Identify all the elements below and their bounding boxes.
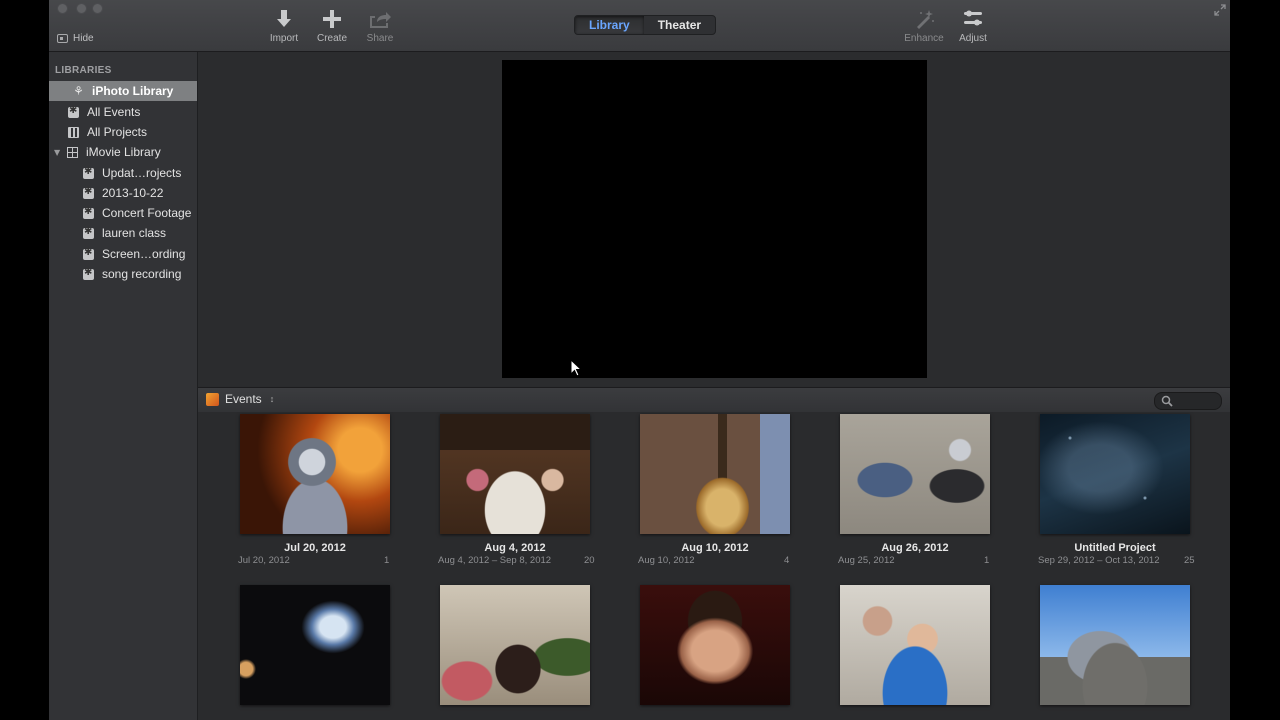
event-count: 1: [384, 555, 390, 566]
zoom-window-button[interactable]: [92, 3, 103, 14]
close-window-button[interactable]: [57, 3, 68, 14]
adjust-sliders-icon: [964, 10, 982, 26]
magic-wand-icon: [917, 10, 934, 29]
plus-icon: [323, 10, 341, 28]
create-label: Create: [316, 33, 347, 44]
event-thumbnail: [240, 585, 390, 705]
event-thumbnail: [840, 414, 990, 534]
event-title: Jul 20, 2012: [284, 542, 346, 554]
view-switcher: Library Theater: [574, 15, 717, 35]
import-label: Import: [269, 33, 299, 44]
sidebar-item-iphoto-library[interactable]: ⚘ iPhoto Library: [49, 81, 197, 101]
grid-icon: [67, 146, 78, 158]
sidebar-item-label: iPhoto Library: [92, 84, 174, 98]
star-icon: [68, 105, 79, 118]
event-dates: Jul 20, 2012: [238, 555, 290, 566]
events-bar: Events ↕: [198, 387, 1230, 413]
disclosure-triangle-icon[interactable]: ▼: [54, 148, 64, 157]
enhance-label: Enhance: [904, 33, 944, 44]
event-count: 4: [784, 555, 790, 566]
sidebar-toggle-icon: [57, 34, 68, 43]
sidebar-item-event[interactable]: Updat…rojects: [49, 163, 197, 183]
event-dates: Aug 10, 2012: [638, 555, 695, 566]
sidebar-item-event[interactable]: song recording: [49, 264, 197, 284]
palm-tree-icon: ⚘: [73, 83, 84, 98]
event-title: Aug 26, 2012: [881, 542, 949, 554]
minimize-window-button[interactable]: [76, 3, 87, 14]
events-label: Events: [225, 392, 262, 406]
share-icon: [370, 12, 391, 28]
events-dropdown[interactable]: Events ↕: [206, 392, 274, 406]
event-thumbnail: [440, 414, 590, 534]
star-icon: [83, 186, 94, 199]
preview-viewer: [198, 52, 1230, 386]
event-thumbnail: [640, 414, 790, 534]
share-button[interactable]: Share: [356, 9, 404, 44]
film-icon: [68, 126, 79, 138]
tab-theater[interactable]: Theater: [644, 16, 715, 34]
sidebar-item-label: Updat…rojects: [102, 166, 182, 180]
hide-label: Hide: [73, 33, 94, 44]
sidebar-item-label: Screen…ording: [102, 247, 186, 261]
star-icon: [83, 206, 94, 219]
event-title: Aug 4, 2012: [484, 542, 546, 554]
event-dates: Sep 29, 2012 – Oct 13, 2012: [1038, 555, 1160, 566]
libraries-heading: LIBRARIES: [55, 65, 112, 76]
star-icon: [83, 247, 94, 260]
tab-library[interactable]: Library: [575, 16, 644, 34]
share-label: Share: [366, 33, 394, 44]
sidebar-item-label: 2013-10-22: [102, 186, 164, 200]
event-count: 25: [1184, 555, 1195, 566]
event-title: Aug 10, 2012: [681, 542, 749, 554]
fullscreen-icon[interactable]: [1214, 4, 1226, 16]
sidebar-item-label: All Events: [87, 105, 141, 119]
preview-screen[interactable]: [502, 60, 927, 378]
event-thumbnail: [1040, 414, 1190, 534]
mouse-cursor-icon: [570, 359, 582, 377]
sort-arrows-icon: ↕: [269, 394, 275, 404]
sidebar-item-event[interactable]: lauren class: [49, 223, 197, 243]
event-dates: Aug 25, 2012: [838, 555, 895, 566]
enhance-button[interactable]: Enhance: [900, 9, 948, 44]
sidebar-item-label: Concert Footage: [102, 206, 192, 220]
event-count: 20: [584, 555, 595, 566]
event-title: Untitled Project: [1074, 542, 1156, 554]
search-icon: [1161, 395, 1173, 407]
sidebar-item-label: All Projects: [87, 125, 148, 139]
event-dates: Aug 4, 2012 – Sep 8, 2012: [438, 555, 552, 566]
star-icon: [83, 267, 94, 280]
adjust-button[interactable]: Adjust: [949, 9, 997, 44]
sidebar-item-label: song recording: [102, 267, 182, 281]
sidebar-item-all-projects[interactable]: All Projects: [49, 122, 197, 142]
toolbar: Hide Import Create Share Library Theater…: [49, 0, 1230, 52]
event-thumbnail: [440, 585, 590, 705]
event-count: 1: [984, 555, 990, 566]
sidebar-item-event[interactable]: 2013-10-22: [49, 183, 197, 203]
star-icon: [83, 166, 94, 179]
hide-libraries-button[interactable]: Hide: [57, 33, 94, 44]
events-grid: Jul 20, 2012 Jul 20, 2012 1 Aug 4, 2012 …: [198, 412, 1230, 720]
sidebar-item-label: iMovie Library: [86, 145, 161, 159]
event-thumbnail: [840, 585, 990, 705]
event-thumbnail: [240, 414, 390, 534]
event-thumbnail: [1040, 585, 1190, 705]
import-arrow-icon: [277, 10, 291, 27]
sidebar-item-all-events[interactable]: All Events: [49, 102, 197, 122]
libraries-sidebar: LIBRARIES ⚘ iPhoto Library All Events Al…: [49, 52, 198, 720]
create-button[interactable]: Create: [308, 9, 356, 44]
adjust-label: Adjust: [959, 33, 987, 44]
events-icon: [206, 392, 219, 406]
search-field[interactable]: [1154, 392, 1222, 410]
sidebar-item-label: lauren class: [102, 226, 167, 240]
sidebar-item-event[interactable]: Concert Footage: [49, 203, 197, 223]
import-button[interactable]: Import: [260, 9, 308, 44]
imovie-window: Hide Import Create Share Library Theater…: [49, 0, 1230, 720]
sidebar-item-event[interactable]: Screen…ording: [49, 244, 197, 264]
star-icon: [83, 226, 94, 239]
sidebar-item-imovie-library[interactable]: ▼ iMovie Library: [49, 142, 197, 162]
event-thumbnail: [640, 585, 790, 705]
